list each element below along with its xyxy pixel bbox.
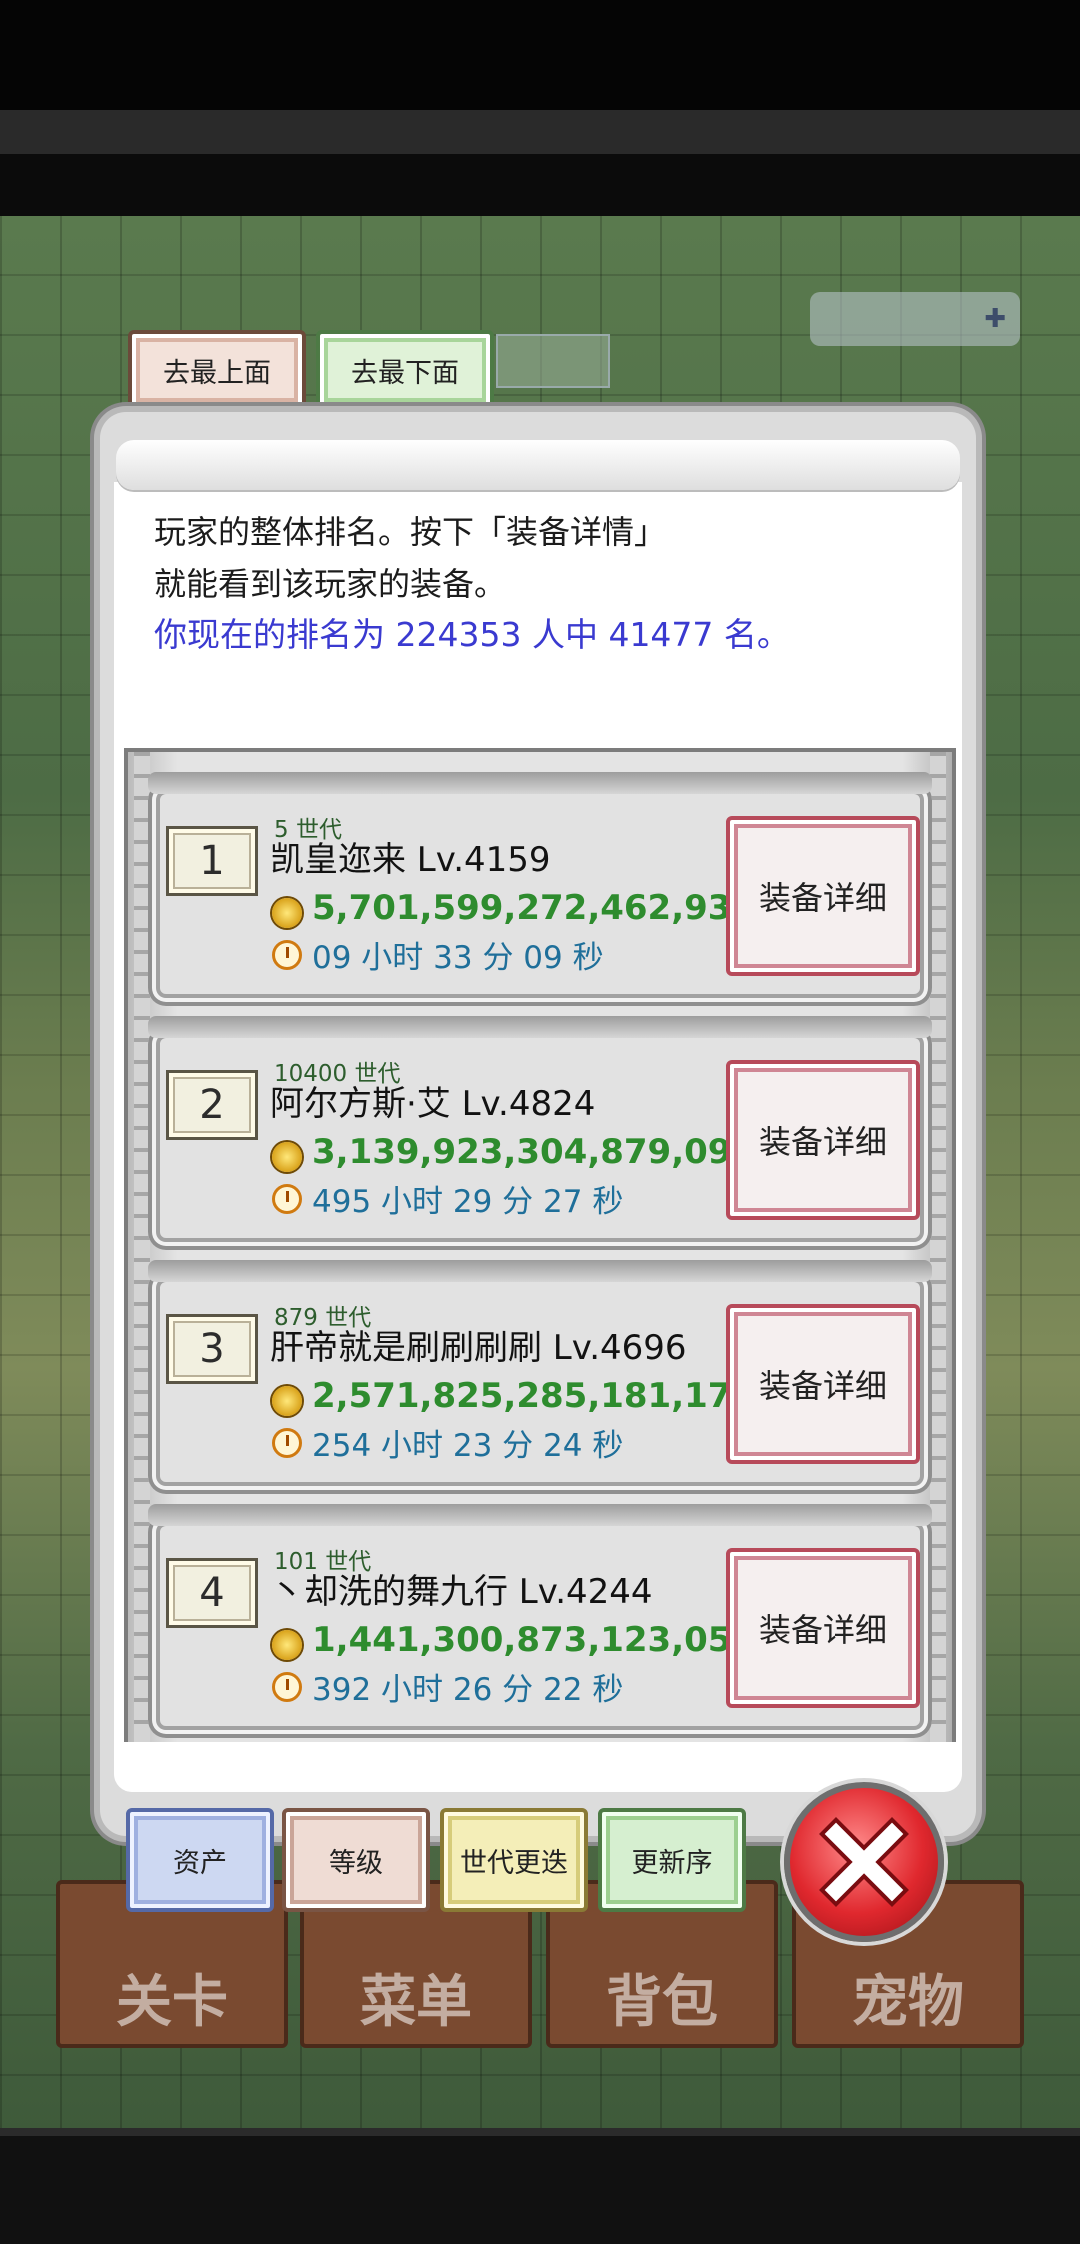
coin-icon bbox=[272, 898, 302, 928]
panel-header bbox=[116, 440, 960, 490]
gold-amount: 3,139,923,304,879,093 bbox=[312, 1132, 756, 1172]
gold-amount: 5,701,599,272,462,938 bbox=[312, 888, 756, 928]
tab-level[interactable]: 等级 bbox=[282, 1808, 430, 1912]
ranking-row: 3 879 世代 肝帝就是刷刷刷刷 Lv.4696 2,571,825,285,… bbox=[148, 1260, 932, 1494]
description-line-1: 玩家的整体排名。按下「装备详情」 bbox=[154, 513, 667, 551]
status-bar bbox=[0, 0, 1080, 110]
nav-label: 背包 bbox=[606, 1970, 718, 2035]
stopwatch-icon bbox=[272, 1428, 302, 1458]
nav-label: 关卡 bbox=[116, 1970, 228, 2035]
hud-slot bbox=[496, 334, 610, 388]
play-time: 254 小时 23 分 24 秒 bbox=[312, 1428, 624, 1464]
go-top-button[interactable]: 去最上面 bbox=[128, 330, 306, 410]
rank-number: 1 bbox=[166, 826, 258, 896]
close-icon bbox=[819, 1817, 909, 1907]
top-strip bbox=[0, 154, 1080, 216]
equipment-details-button[interactable]: 装备详细 bbox=[726, 1548, 920, 1708]
row-top-bar bbox=[148, 1016, 932, 1038]
rank-number: 2 bbox=[166, 1070, 258, 1140]
list-rail-right bbox=[930, 752, 946, 1742]
stopwatch-icon bbox=[272, 1672, 302, 1702]
stopwatch-icon bbox=[272, 1184, 302, 1214]
row-top-bar bbox=[148, 1260, 932, 1282]
gold-amount: 2,571,825,285,181,178 bbox=[312, 1376, 756, 1416]
rank-number: 4 bbox=[166, 1558, 258, 1628]
play-time: 495 小时 29 分 27 秒 bbox=[312, 1184, 624, 1220]
coin-icon bbox=[272, 1142, 302, 1172]
my-rank-note: 你现在的排名为 224353 人中 41477 名。 bbox=[154, 615, 790, 654]
system-nav-bar bbox=[0, 2136, 1080, 2244]
equipment-details-button[interactable]: 装备详细 bbox=[726, 1060, 920, 1220]
gold-amount: 1,441,300,873,123,059 bbox=[312, 1620, 756, 1660]
play-time: 09 小时 33 分 09 秒 bbox=[312, 940, 604, 976]
ranking-row: 4 101 世代 丶却洗的舞九行 Lv.4244 1,441,300,873,1… bbox=[148, 1504, 932, 1738]
player-name: 凯皇迩来 Lv.4159 bbox=[270, 840, 551, 880]
player-name: 肝帝就是刷刷刷刷 Lv.4696 bbox=[270, 1328, 687, 1368]
tab-update[interactable]: 更新序 bbox=[598, 1808, 746, 1912]
rank-number: 3 bbox=[166, 1314, 258, 1384]
play-time: 392 小时 26 分 22 秒 bbox=[312, 1672, 624, 1708]
ranking-list[interactable]: 1 5 世代 凯皇迩来 Lv.4159 5,701,599,272,462,93… bbox=[124, 748, 956, 1742]
player-name: 阿尔方斯·艾 Lv.4824 bbox=[270, 1084, 596, 1124]
player-name: 丶却洗的舞九行 Lv.4244 bbox=[270, 1572, 653, 1612]
stopwatch-icon bbox=[272, 940, 302, 970]
ranking-row: 1 5 世代 凯皇迩来 Lv.4159 5,701,599,272,462,93… bbox=[148, 772, 932, 1006]
equipment-details-button[interactable]: 装备详细 bbox=[726, 1304, 920, 1464]
gem-plus-icon[interactable]: ✚ bbox=[810, 292, 1020, 346]
row-top-bar bbox=[148, 1504, 932, 1526]
nav-label: 菜单 bbox=[360, 1970, 472, 2035]
coin-icon bbox=[272, 1630, 302, 1660]
coin-icon bbox=[272, 1386, 302, 1416]
equipment-details-button[interactable]: 装备详细 bbox=[726, 816, 920, 976]
description-line-2: 就能看到该玩家的装备。 bbox=[154, 565, 507, 603]
close-button[interactable] bbox=[784, 1782, 944, 1942]
nav-label: 宠物 bbox=[852, 1970, 964, 2035]
go-bottom-button[interactable]: 去最下面 bbox=[316, 330, 494, 410]
row-top-bar bbox=[148, 772, 932, 794]
tab-assets[interactable]: 资产 bbox=[126, 1808, 274, 1912]
top-band bbox=[0, 110, 1080, 154]
tab-generation[interactable]: 世代更迭 bbox=[440, 1808, 588, 1912]
ranking-row: 2 10400 世代 阿尔方斯·艾 Lv.4824 3,139,923,304,… bbox=[148, 1016, 932, 1250]
